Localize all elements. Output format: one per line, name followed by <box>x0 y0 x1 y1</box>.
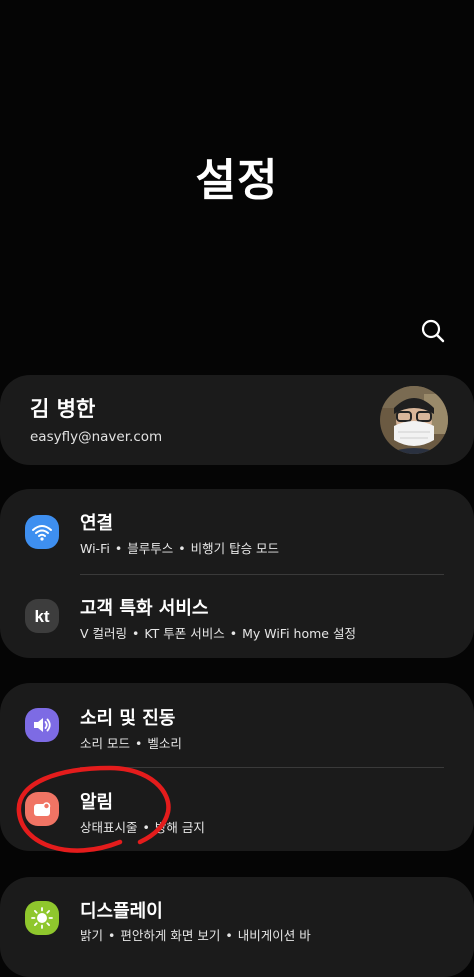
settings-item-connections[interactable]: 연결 Wi-Fi • 블루투스 • 비행기 탑승 모드 <box>0 505 474 575</box>
settings-item-title: 알림 <box>80 792 114 813</box>
sun-icon <box>25 901 59 935</box>
settings-item-sound[interactable]: 소리 및 진동 소리 모드 • 벨소리 <box>0 700 474 766</box>
notification-icon <box>25 792 59 826</box>
divider <box>80 767 444 768</box>
settings-item-display[interactable]: 디스플레이 밝기 • 편안하게 화면 보기 • 내비게이션 바 <box>0 894 474 960</box>
settings-item-subtitle: Wi-Fi • 블루투스 • 비행기 탑승 모드 <box>80 541 280 556</box>
settings-item-subtitle: 상태표시줄 • 방해 금지 <box>80 820 205 835</box>
settings-item-title: 연결 <box>80 513 114 534</box>
settings-item-customer-services[interactable]: kt 고객 특화 서비스 V 컬러링 • KT 투폰 서비스 • My WiFi hom… <box>0 590 474 656</box>
divider <box>80 574 444 575</box>
settings-item-subtitle: V 컬러링 • KT 투폰 서비스 • My WiFi home 설정 <box>80 626 356 641</box>
profile-email: easyfly@naver.com <box>30 429 163 445</box>
settings-item-notifications[interactable]: 알림 상태표시줄 • 방해 금지 <box>0 784 474 850</box>
settings-item-subtitle: 소리 모드 • 벨소리 <box>80 736 182 751</box>
search-button[interactable] <box>414 312 452 350</box>
svg-text:kt: kt <box>34 607 49 626</box>
page-title: 설정 <box>195 155 279 206</box>
settings-item-title: 소리 및 진동 <box>80 708 176 729</box>
wifi-icon <box>25 515 59 549</box>
settings-item-title: 고객 특화 서비스 <box>80 598 209 619</box>
profile-name: 김 병한 <box>30 397 96 421</box>
speaker-icon <box>25 708 59 742</box>
kt-logo-icon: kt <box>25 599 59 633</box>
settings-item-subtitle: 밝기 • 편안하게 화면 보기 • 내비게이션 바 <box>80 928 311 943</box>
search-icon <box>421 319 445 343</box>
avatar[interactable] <box>380 386 448 454</box>
settings-item-title: 디스플레이 <box>80 901 163 922</box>
